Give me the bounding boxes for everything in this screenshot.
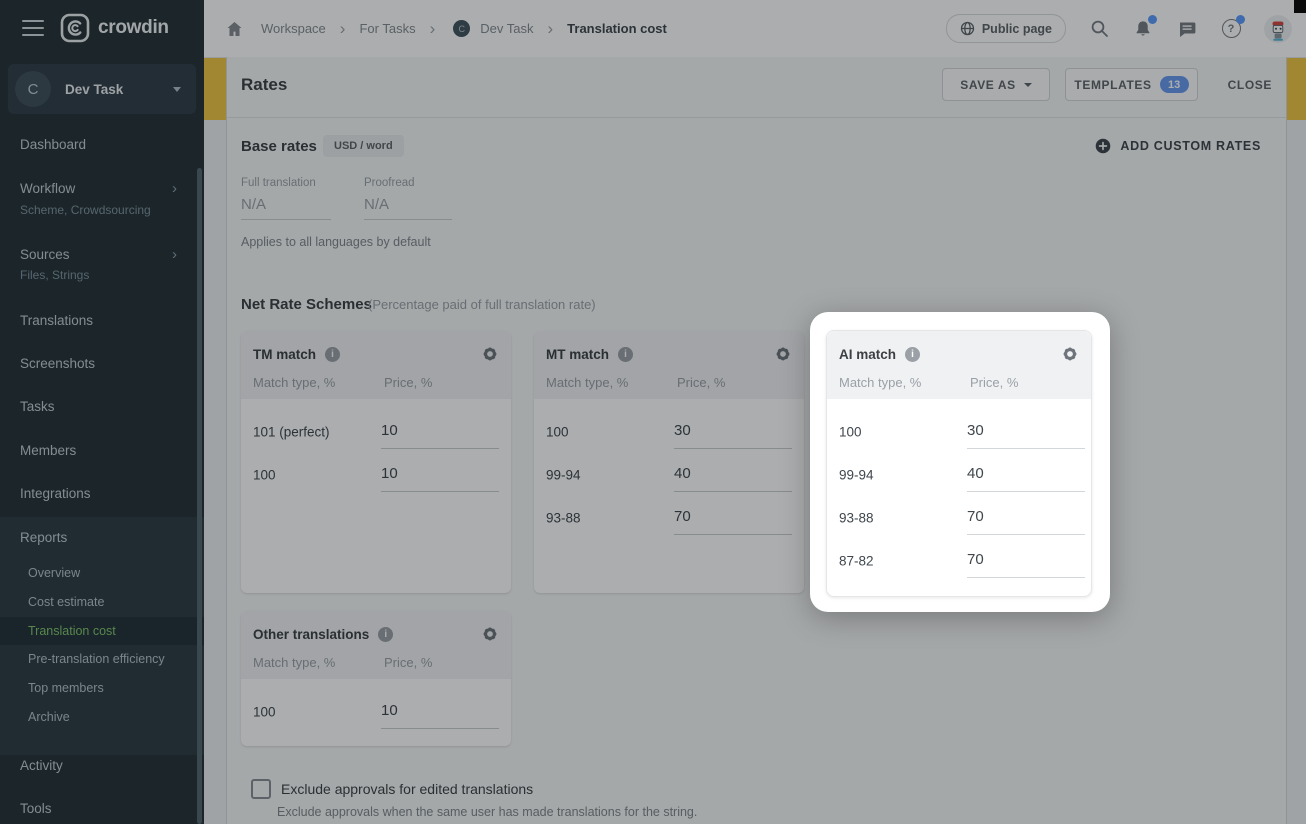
dim-overlay xyxy=(0,0,1306,824)
card-title: AI match xyxy=(839,347,896,362)
price-input[interactable]: 70 xyxy=(967,498,1085,535)
card-header: AI match Match type, % Price, % xyxy=(827,331,1091,399)
rate-row: 87-82 70 xyxy=(827,539,1091,582)
match-type-value: 99-94 xyxy=(839,467,874,482)
info-icon[interactable] xyxy=(905,347,920,362)
ai-match-spotlight: AI match Match type, % Price, % 100 30 9… xyxy=(810,312,1110,612)
gear-icon[interactable] xyxy=(1061,345,1079,363)
column-match-type: Match type, % xyxy=(839,375,921,390)
price-input[interactable]: 70 xyxy=(967,541,1085,578)
match-type-value: 100 xyxy=(839,424,862,439)
rate-row: 100 30 xyxy=(827,410,1091,453)
price-input[interactable]: 40 xyxy=(967,455,1085,492)
rate-row: 93-88 70 xyxy=(827,496,1091,539)
column-price: Price, % xyxy=(970,375,1018,390)
match-type-value: 93-88 xyxy=(839,510,874,525)
screen-cursor-artifact xyxy=(1294,0,1306,13)
app-screen: Workspace For Tasks C Dev Task Translati… xyxy=(0,0,1306,824)
match-type-value: 87-82 xyxy=(839,553,874,568)
price-input[interactable]: 30 xyxy=(967,412,1085,449)
rate-row: 99-94 40 xyxy=(827,453,1091,496)
ai-match-card: AI match Match type, % Price, % 100 30 9… xyxy=(826,330,1092,597)
card-body: 100 30 99-94 40 93-88 70 87-82 70 xyxy=(827,399,1091,596)
